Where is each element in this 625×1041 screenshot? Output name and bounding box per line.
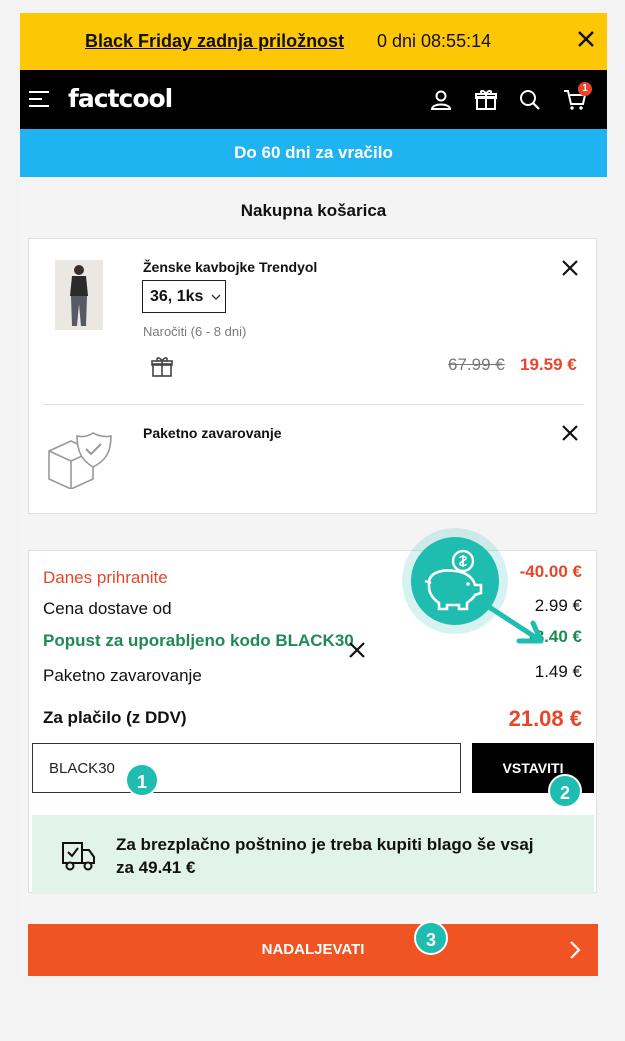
coupon-code-input[interactable] [32, 743, 461, 793]
returns-banner: Do 60 dni za vračilo [20, 129, 607, 177]
promo-countdown: 0 dni 08:55:14 [377, 31, 492, 51]
size-quantity-select[interactable]: 36, 1ks [142, 280, 226, 313]
savings-value: -40.00 € [519, 562, 582, 581]
remove-insurance-icon[interactable] [560, 423, 580, 443]
chevron-down-icon [211, 294, 221, 300]
original-price: 67.99 € [448, 355, 505, 374]
site-header: factcool 1 [20, 70, 607, 129]
continue-checkout-button[interactable]: NADALJEVATI [28, 924, 598, 976]
logo[interactable]: factcool [68, 84, 173, 113]
step-marker-3: 3 [414, 921, 448, 955]
size-quantity-value: 36, 1ks [150, 287, 204, 305]
sale-price: 19.59 € [520, 355, 577, 374]
remove-coupon-icon[interactable] [347, 640, 367, 660]
cart-items-card: Ženske kavbojke Trendyol 36, 1ks Naročit… [28, 238, 597, 514]
item-divider [43, 404, 584, 405]
promo-link[interactable]: Black Friday zadnja priložnost [85, 31, 344, 52]
insurance-name: Paketno zavarovanje [143, 425, 282, 441]
remove-item-icon[interactable] [560, 258, 580, 278]
step-marker-2: 2 [548, 774, 582, 808]
page-frame: Black Friday zadnja priložnost 0 dni 08:… [20, 13, 607, 976]
free-shipping-notice: Za brezplačno poštnino je treba kupiti b… [32, 815, 594, 894]
product-name[interactable]: Ženske kavbojke Trendyol [143, 259, 317, 275]
delivery-truck-icon [62, 842, 95, 871]
insurance-label: Paketno zavarovanje [43, 666, 202, 685]
total-value: 21.08 € [508, 706, 582, 731]
total-label: Za plačilo (z DDV) [43, 708, 187, 727]
close-icon[interactable] [574, 27, 598, 51]
cart-count-badge: 1 [578, 82, 592, 96]
shipping-label: Cena dostave od [43, 599, 172, 618]
insurance-value: 1.49 € [534, 662, 582, 681]
coupon-discount-label: Popust za uporabljeno kodo BLACK30 [43, 631, 354, 650]
pointer-arrow-icon [486, 604, 544, 644]
step-marker-1: 1 [125, 763, 159, 797]
delivery-estimate: Naročiti (6 - 8 dni) [143, 324, 247, 339]
returns-banner-text: Do 60 dni za vračilo [234, 143, 393, 162]
page-title: Nakupna košarica [240, 201, 387, 220]
product-image[interactable] [55, 260, 103, 330]
hamburger-menu-icon[interactable] [28, 90, 50, 108]
gift-wrap-icon[interactable] [150, 355, 174, 379]
promo-bar: Black Friday zadnja priložnost 0 dni 08:… [20, 13, 607, 70]
continue-checkout-label: NADALJEVATI [261, 941, 365, 958]
gift-icon[interactable] [474, 88, 498, 112]
free-shipping-text: Za brezplačno poštnino je treba kupiti b… [116, 835, 534, 877]
order-summary: Danes prihranite -40.00 € Cena dostave o… [28, 550, 597, 894]
user-icon[interactable] [429, 88, 453, 112]
search-icon[interactable] [518, 88, 542, 112]
savings-label: Danes prihranite [43, 568, 168, 587]
package-insurance-icon [48, 432, 112, 489]
chevron-right-icon [570, 941, 581, 959]
